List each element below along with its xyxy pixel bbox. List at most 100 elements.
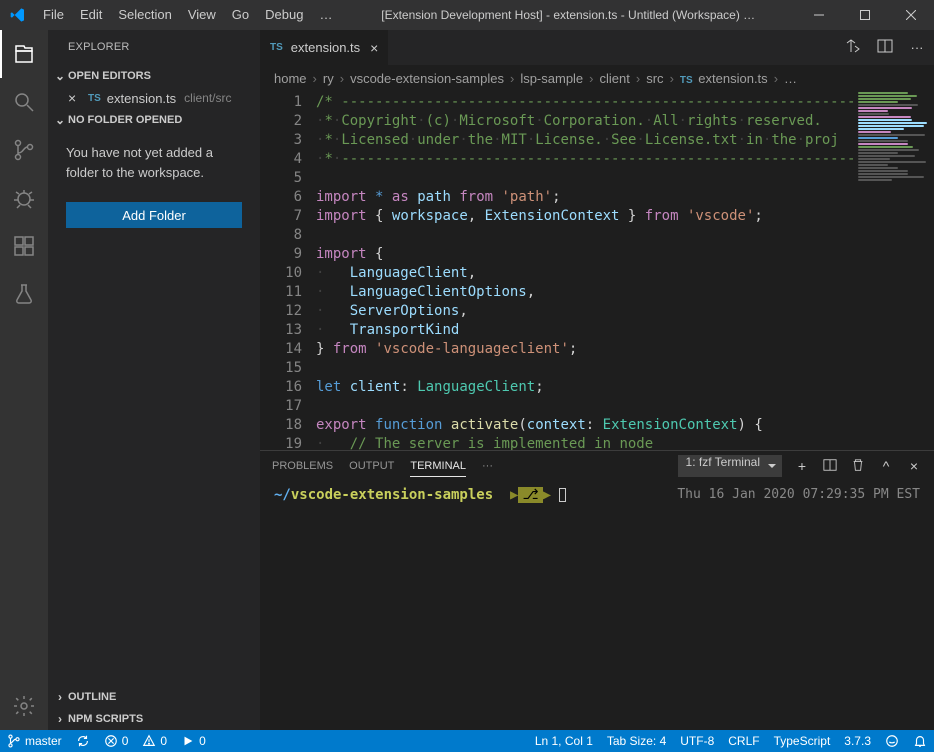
chevron-down-icon: ⌄	[52, 113, 68, 127]
status-encoding[interactable]: UTF-8	[673, 730, 721, 752]
chevron-right-icon: ›	[338, 71, 346, 86]
close-icon[interactable]: ×	[68, 90, 84, 106]
chevron-right-icon: ›	[668, 71, 676, 86]
panel-tab-terminal[interactable]: TERMINAL	[410, 456, 466, 477]
status-ts-version[interactable]: 3.7.3	[837, 730, 878, 752]
npm-label: NPM SCRIPTS	[68, 713, 143, 725]
status-warnings[interactable]: 0	[135, 730, 174, 752]
explorer-icon[interactable]	[0, 30, 48, 78]
no-folder-section[interactable]: ⌄ NO FOLDER OPENED	[48, 109, 260, 131]
chevron-down-icon: ⌄	[52, 69, 68, 83]
breadcrumb-item[interactable]: ry	[323, 71, 334, 86]
prompt-git-icon: ⎇	[518, 487, 542, 503]
breadcrumb-item[interactable]: client	[600, 71, 630, 86]
line-number-gutter: 12345678910111213141516171819	[260, 91, 316, 450]
close-icon[interactable]: ×	[370, 40, 378, 56]
panel-tab-problems[interactable]: PROBLEMS	[272, 456, 333, 476]
status-bell-icon[interactable]	[906, 730, 934, 752]
breadcrumb-item[interactable]: src	[646, 71, 663, 86]
open-editor-item[interactable]: × TS extension.ts client/src	[48, 87, 260, 109]
status-language[interactable]: TypeScript	[767, 730, 838, 752]
code-editor[interactable]: /* -------------------------------------…	[316, 91, 854, 450]
tab-label: extension.ts	[291, 40, 360, 55]
menu-edit[interactable]: Edit	[72, 0, 110, 30]
compare-icon[interactable]	[844, 38, 862, 57]
more-icon[interactable]: ···	[908, 40, 926, 55]
menu-bar: FileEditSelectionViewGoDebug…	[35, 0, 340, 30]
prompt-arrow-icon: ▶	[502, 487, 519, 503]
terminal-select[interactable]: 1: fzf Terminal	[678, 455, 782, 477]
open-editors-section[interactable]: ⌄ OPEN EDITORS	[48, 65, 260, 87]
breadcrumb-file[interactable]: TS extension.ts	[680, 71, 768, 86]
status-indent[interactable]: Tab Size: 4	[600, 730, 673, 752]
source-control-icon[interactable]	[0, 126, 48, 174]
panel-tab-···[interactable]: ···	[482, 456, 493, 476]
status-eol[interactable]: CRLF	[721, 730, 766, 752]
status-sync[interactable]	[69, 730, 97, 752]
breadcrumbs: home › ry › vscode-extension-samples › lsp-sam…	[260, 65, 934, 91]
maximize-button[interactable]	[842, 0, 888, 30]
menu-go[interactable]: Go	[224, 0, 257, 30]
debug-icon[interactable]	[0, 174, 48, 222]
split-terminal-icon[interactable]	[822, 458, 838, 475]
chevron-right-icon: ›	[772, 71, 780, 86]
open-editor-dir: client/src	[180, 91, 231, 105]
window-title: [Extension Development Host] - extension…	[340, 8, 796, 22]
terminal-select-label: 1: fzf Terminal	[678, 455, 782, 477]
npm-scripts-section[interactable]: › NPM SCRIPTS	[48, 708, 260, 730]
terminal-prompt-home: ~/	[274, 487, 291, 503]
outline-label: OUTLINE	[68, 691, 116, 703]
ts-badge-icon: TS	[88, 93, 103, 104]
chevron-right-icon: ›	[52, 712, 68, 726]
prompt-arrow-icon: ▶	[543, 487, 551, 503]
vscode-logo	[0, 7, 35, 23]
breadcrumb-item[interactable]: lsp-sample	[520, 71, 583, 86]
extensions-icon[interactable]	[0, 222, 48, 270]
status-feedback-icon[interactable]	[878, 730, 906, 752]
no-folder-label: NO FOLDER OPENED	[68, 114, 182, 126]
close-panel-icon[interactable]: ×	[906, 458, 922, 474]
ts-badge-icon: TS	[270, 42, 285, 53]
breadcrumb-item[interactable]: vscode-extension-samples	[350, 71, 504, 86]
status-errors[interactable]: 0	[97, 730, 136, 752]
chevron-right-icon: ›	[634, 71, 642, 86]
maximize-panel-icon[interactable]: ^	[878, 458, 894, 474]
add-folder-button[interactable]: Add Folder	[66, 202, 242, 228]
window-controls	[796, 0, 934, 30]
activity-bar	[0, 30, 48, 730]
open-editors-label: OPEN EDITORS	[68, 70, 151, 82]
chevron-right-icon: ›	[508, 71, 516, 86]
terminal-prompt-dir: vscode-extension-samples	[291, 487, 493, 503]
status-cursor-pos[interactable]: Ln 1, Col 1	[528, 730, 600, 752]
menu-debug[interactable]: Debug	[257, 0, 311, 30]
status-bar: master 0 0 0 Ln 1, Col 1 Tab Size: 4 UTF…	[0, 730, 934, 752]
kill-terminal-icon[interactable]	[850, 458, 866, 475]
new-terminal-icon[interactable]: +	[794, 458, 810, 474]
no-folder-message: You have not yet added a folder to the w…	[48, 131, 260, 194]
panel-tab-output[interactable]: OUTPUT	[349, 456, 394, 476]
outline-section[interactable]: › OUTLINE	[48, 686, 260, 708]
breadcrumb-item[interactable]: home	[274, 71, 307, 86]
chevron-right-icon: ›	[311, 71, 319, 86]
tab-extension-ts[interactable]: TS extension.ts ×	[260, 30, 389, 65]
menu-selection[interactable]: Selection	[110, 0, 179, 30]
menu-view[interactable]: View	[180, 0, 224, 30]
status-debug[interactable]: 0	[174, 730, 213, 752]
test-icon[interactable]	[0, 270, 48, 318]
chevron-right-icon: ›	[587, 71, 595, 86]
breadcrumb-more[interactable]: …	[784, 71, 797, 86]
close-button[interactable]	[888, 0, 934, 30]
split-editor-icon[interactable]	[876, 38, 894, 57]
menu-file[interactable]: File	[35, 0, 72, 30]
minimize-button[interactable]	[796, 0, 842, 30]
terminal[interactable]: Thu 16 Jan 2020 07:29:35 PM EST ~/vscode…	[260, 481, 934, 730]
status-branch[interactable]: master	[0, 730, 69, 752]
sidebar-title: EXPLORER	[48, 30, 260, 65]
settings-gear-icon[interactable]	[0, 682, 48, 730]
panel: PROBLEMS OUTPUT TERMINAL ··· 1: fzf Termina…	[260, 450, 934, 730]
menu-…[interactable]: …	[311, 0, 340, 30]
editor-area: TS extension.ts × ··· home › ry › vscode-ext…	[260, 30, 934, 730]
sidebar: EXPLORER ⌄ OPEN EDITORS × TS extension.t…	[48, 30, 260, 730]
search-icon[interactable]	[0, 78, 48, 126]
minimap[interactable]	[854, 91, 934, 450]
